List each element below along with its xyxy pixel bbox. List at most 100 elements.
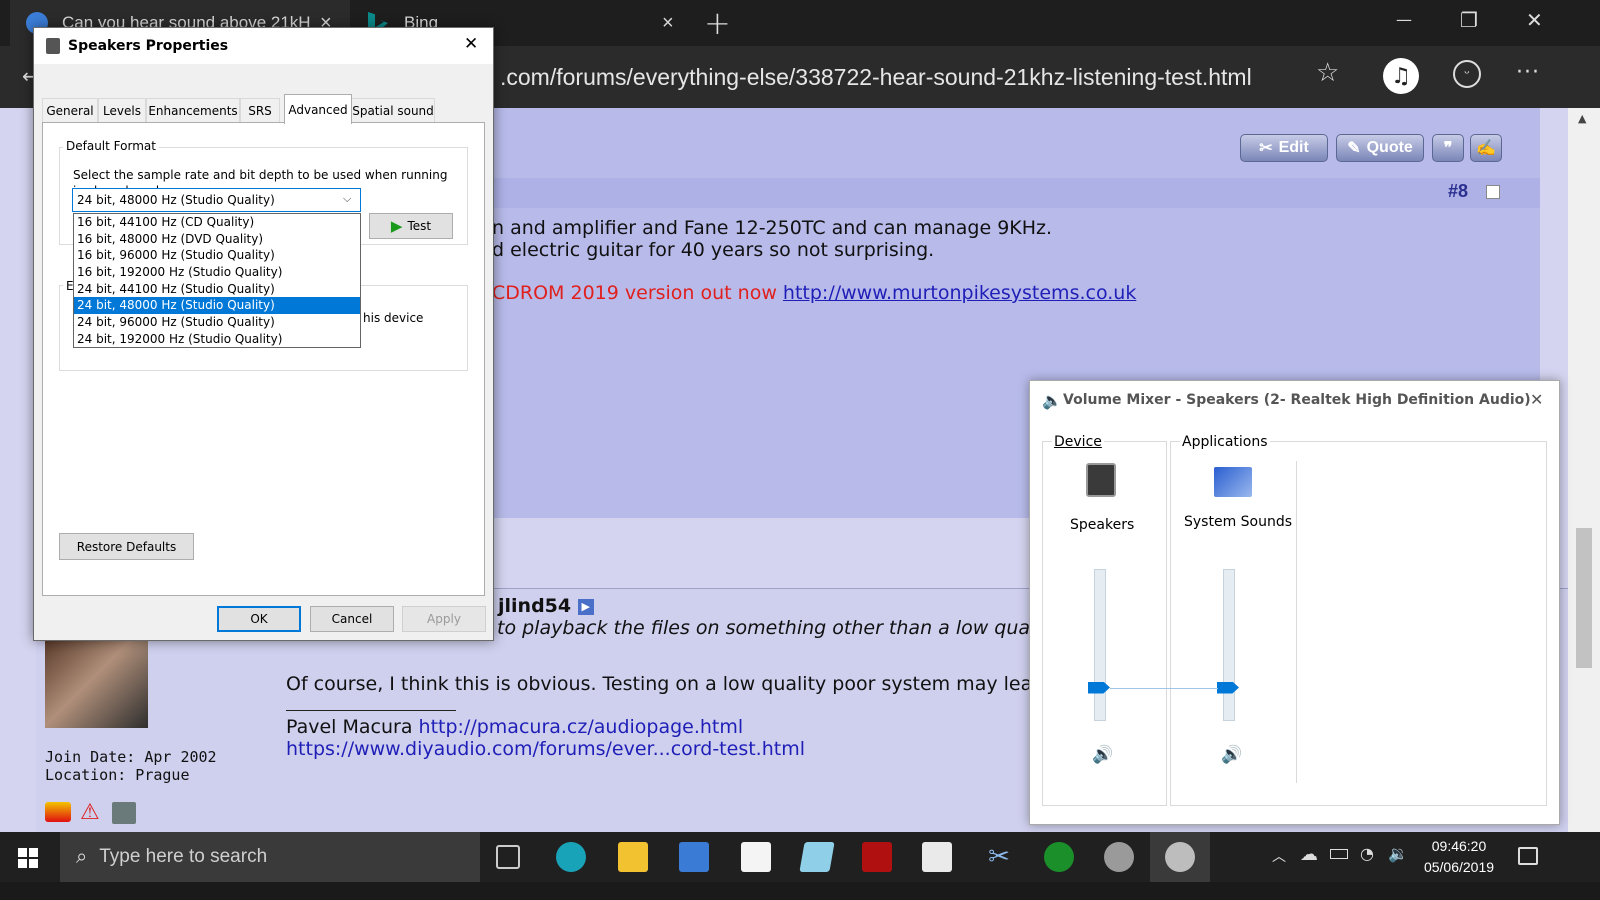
- badge-computer-icon[interactable]: [112, 802, 136, 824]
- tab-srs[interactable]: SRS: [240, 98, 280, 122]
- taskbar-clock[interactable]: 09:46:20 05/06/2019: [1414, 836, 1504, 878]
- app-icon-library[interactable]: [679, 842, 709, 872]
- calculator-icon[interactable]: [922, 842, 952, 872]
- app-icon-red[interactable]: [862, 842, 892, 872]
- quick-reply-icon: ✍: [1476, 140, 1496, 157]
- quoted-username[interactable]: jlind54: [498, 595, 571, 617]
- system-sounds-mute-icon[interactable]: 🔊: [1221, 745, 1242, 765]
- scroll-thumb[interactable]: [1576, 528, 1592, 668]
- tab-enhancements[interactable]: Enhancements: [146, 98, 240, 122]
- maximize-button[interactable]: ❐: [1460, 8, 1478, 32]
- exclusive-mode-text: his device: [363, 311, 424, 325]
- tab-levels[interactable]: Levels: [98, 98, 146, 122]
- app-icon-dlx[interactable]: [1044, 842, 1074, 872]
- tab-spatial-sound[interactable]: Spatial sound: [351, 98, 435, 122]
- url-text: .com/forums/everything-else/338722-hear-…: [500, 63, 1252, 90]
- post-select-checkbox[interactable]: [1486, 185, 1500, 199]
- view-post-icon[interactable]: ▶: [577, 598, 594, 615]
- music-extension-icon[interactable]: ♫: [1383, 58, 1419, 94]
- sample-rate-options: 16 bit, 44100 Hz (CD Quality) 16 bit, 48…: [73, 213, 361, 348]
- action-center-icon[interactable]: [1518, 847, 1538, 865]
- url-field[interactable]: .com/forums/everything-else/338722-hear-…: [500, 54, 1380, 100]
- speakers-volume-track[interactable]: [1094, 569, 1106, 721]
- taskbar: ⌕ Type here to search ✂ ︿ ☁ ◔ 🔉 09:46:20…: [0, 832, 1600, 882]
- speakers-mute-icon[interactable]: 🔊: [1092, 745, 1113, 765]
- volume-mixer-taskbar-icon: [1165, 842, 1195, 872]
- multiquote-icon: ❞: [1443, 140, 1453, 157]
- dialog-title-bar[interactable]: Speakers Properties ✕: [34, 28, 493, 64]
- quoted-user: jlind54 ▶: [498, 595, 594, 617]
- quick-reply-button[interactable]: ✍: [1470, 134, 1502, 162]
- applications-label: Applications: [1180, 434, 1270, 450]
- reply-signature: Pavel Macura http://pmacura.cz/audiopage…: [286, 716, 743, 738]
- battery-icon[interactable]: [1330, 849, 1348, 859]
- app-icon-photos[interactable]: [556, 842, 586, 872]
- test-button[interactable]: ▶ Test: [369, 213, 453, 239]
- dropdown-option[interactable]: 24 bit, 192000 Hz (Studio Quality): [74, 331, 360, 348]
- signature-link[interactable]: http://www.murtonpikesystems.co.uk: [783, 282, 1136, 304]
- smiley-feedback-icon[interactable]: ᵕ: [1453, 60, 1481, 88]
- speakers-device-icon[interactable]: [1086, 463, 1116, 497]
- new-tab-button[interactable]: +: [704, 4, 731, 42]
- dropdown-option[interactable]: 16 bit, 44100 Hz (CD Quality): [74, 214, 360, 231]
- app-icon-document[interactable]: [741, 842, 771, 872]
- post-text-line: d electric guitar for 40 years so not su…: [492, 239, 935, 261]
- badge-warning-icon[interactable]: ⚠: [80, 800, 100, 825]
- sample-rate-dropdown[interactable]: 24 bit, 48000 Hz (Studio Quality) ⌵: [72, 188, 361, 212]
- taskbar-search[interactable]: ⌕ Type here to search: [60, 832, 480, 882]
- signature-link[interactable]: https://www.diyaudio.com/forums/ever...c…: [286, 738, 805, 760]
- minimize-button[interactable]: —: [1396, 10, 1412, 29]
- system-sounds-volume-track[interactable]: [1223, 569, 1235, 721]
- system-sounds-icon[interactable]: [1214, 467, 1252, 497]
- dropdown-option[interactable]: 16 bit, 192000 Hz (Studio Quality): [74, 264, 360, 281]
- post-header: #8: [490, 178, 1540, 208]
- user-info-column: Join Date: Apr 2002 Location: Prague ⚠: [36, 640, 278, 850]
- quote-button[interactable]: ✎ Quote: [1336, 134, 1424, 162]
- user-avatar[interactable]: [45, 640, 148, 728]
- dropdown-option[interactable]: 16 bit, 96000 Hz (Studio Quality): [74, 247, 360, 264]
- file-explorer-icon[interactable]: [618, 842, 648, 872]
- tab-general[interactable]: General: [42, 98, 98, 122]
- tab-advanced[interactable]: Advanced: [284, 94, 352, 124]
- edit-icon: ✂: [1259, 140, 1273, 157]
- chevron-up-icon[interactable]: ︿: [1272, 846, 1286, 866]
- chevron-down-icon: ⌵: [343, 192, 352, 205]
- default-format-label: Default Format: [63, 139, 159, 153]
- snipping-tool-icon[interactable]: ✂: [984, 842, 1014, 872]
- edit-label: Edit: [1278, 139, 1309, 156]
- post-number[interactable]: #8: [1448, 181, 1468, 202]
- dropdown-option[interactable]: 24 bit, 96000 Hz (Studio Quality): [74, 314, 360, 331]
- volume-icon[interactable]: 🔉: [1388, 844, 1408, 863]
- dropdown-option[interactable]: 24 bit, 44100 Hz (Studio Quality): [74, 281, 360, 298]
- mixer-title: Volume Mixer - Speakers (2- Realtek High…: [1063, 392, 1531, 408]
- badge-folder-icon[interactable]: [45, 802, 71, 822]
- tab-close-icon[interactable]: ×: [662, 12, 674, 35]
- mixer-close-button[interactable]: ✕: [1530, 390, 1543, 409]
- active-app-highlight[interactable]: [1150, 832, 1210, 882]
- dropdown-option[interactable]: 24 bit, 48000 Hz (Studio Quality): [74, 297, 360, 315]
- multiquote-button[interactable]: ❞: [1432, 134, 1464, 162]
- task-view-icon[interactable]: [496, 845, 520, 869]
- restore-defaults-button[interactable]: Restore Defaults: [59, 533, 194, 560]
- quote-label: Quote: [1366, 139, 1413, 156]
- cancel-button[interactable]: Cancel: [310, 606, 394, 632]
- favorite-star-icon[interactable]: ☆: [1316, 58, 1339, 88]
- dialog-close-button[interactable]: ✕: [464, 34, 478, 54]
- signature: CDROM 2019 version out now http://www.mu…: [492, 282, 1136, 304]
- ok-button[interactable]: OK: [217, 606, 301, 632]
- more-menu-icon[interactable]: ···: [1516, 60, 1540, 85]
- signature-link[interactable]: http://pmacura.cz/audiopage.html: [419, 716, 744, 738]
- close-window-button[interactable]: ✕: [1526, 8, 1543, 32]
- speaker-app-icon[interactable]: [1104, 842, 1134, 872]
- dropdown-option[interactable]: 16 bit, 48000 Hz (DVD Quality): [74, 231, 360, 248]
- device-label: Device: [1052, 434, 1104, 450]
- scroll-up-icon[interactable]: ▲: [1578, 112, 1586, 125]
- wifi-icon[interactable]: ◔: [1360, 844, 1374, 863]
- edit-button[interactable]: ✂ Edit: [1240, 134, 1328, 162]
- apply-button[interactable]: Apply: [402, 606, 486, 632]
- signature-divider: [286, 710, 456, 711]
- windows-start-icon[interactable]: [18, 848, 38, 868]
- onedrive-cloud-icon[interactable]: ☁: [1300, 844, 1318, 865]
- page-scrollbar[interactable]: ▲: [1568, 108, 1600, 850]
- app-icon-notepad[interactable]: [799, 842, 835, 872]
